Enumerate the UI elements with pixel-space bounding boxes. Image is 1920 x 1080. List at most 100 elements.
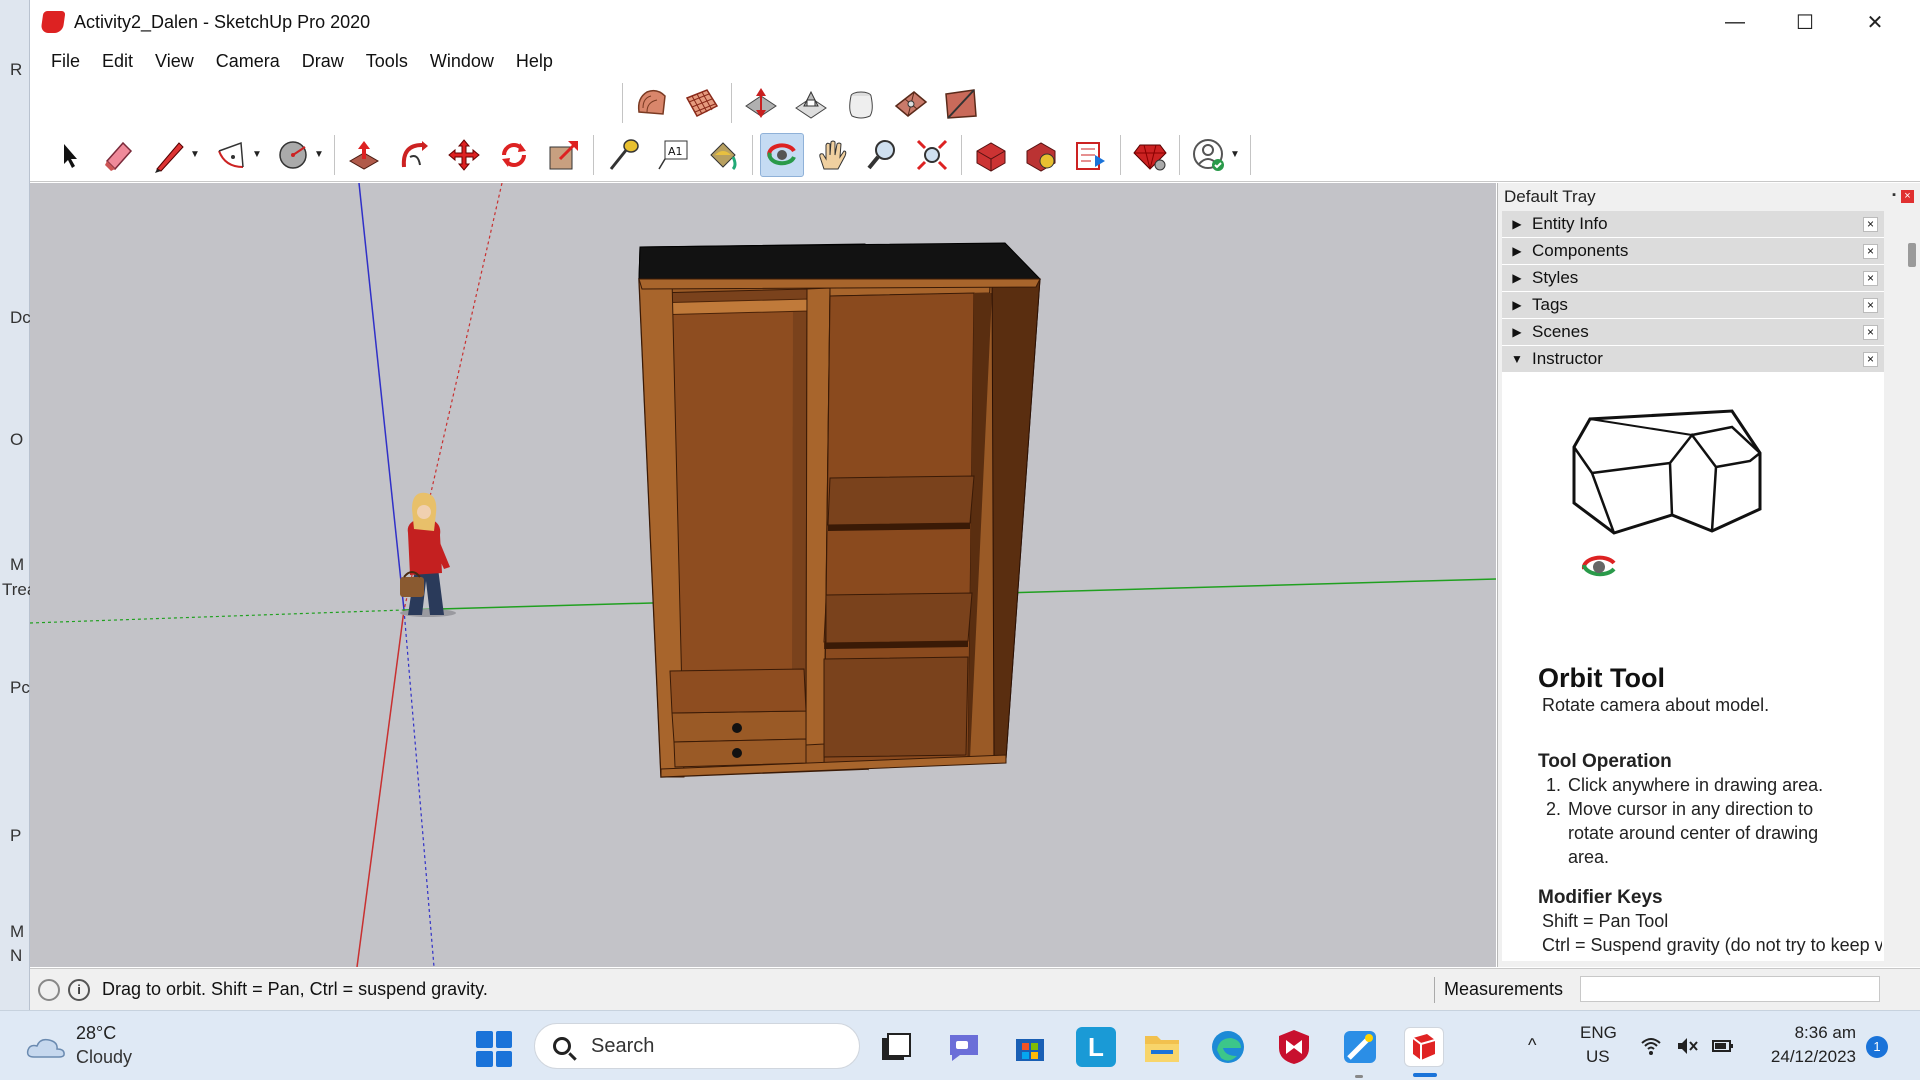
send-to-layout-icon[interactable] <box>1069 133 1113 177</box>
edge-icon[interactable] <box>1208 1027 1248 1067</box>
default-tray: Default Tray ▪ × ▶ Entity Info × ▶ Compo… <box>1497 183 1920 967</box>
notification-badge[interactable]: 1 <box>1866 1036 1888 1058</box>
zoom-tool-icon[interactable] <box>860 133 904 177</box>
windows-logo-tile <box>495 1031 512 1048</box>
panel-close-icon[interactable]: × <box>1863 325 1878 340</box>
follow-me-tool-icon[interactable] <box>392 133 436 177</box>
menu-camera[interactable]: Camera <box>205 51 291 72</box>
microsoft-store-icon[interactable] <box>1010 1027 1050 1067</box>
tray-scrollbar[interactable] <box>1908 243 1916 267</box>
menu-window[interactable]: Window <box>419 51 505 72</box>
eraser-tool-icon[interactable] <box>97 133 141 177</box>
tape-measure-tool-icon[interactable] <box>601 133 645 177</box>
file-explorer-icon[interactable] <box>1142 1027 1182 1067</box>
cloud-icon[interactable] <box>26 1035 66 1059</box>
step-number: 2. <box>1546 799 1562 819</box>
taskbar-search[interactable]: Search <box>534 1023 860 1069</box>
minimize-button[interactable]: — <box>1700 0 1770 44</box>
teams-chat-icon[interactable] <box>944 1027 984 1067</box>
extension-manager-icon[interactable] <box>1128 133 1172 177</box>
add-detail-icon[interactable] <box>889 81 933 125</box>
account-dropdown-icon[interactable]: ▼ <box>1230 149 1242 160</box>
panel-close-icon[interactable]: × <box>1863 244 1878 259</box>
red-axis <box>356 609 405 967</box>
sandbox-from-contours-icon[interactable] <box>630 81 674 125</box>
sketchup-taskbar-icon[interactable] <box>1404 1027 1444 1067</box>
flip-edge-icon[interactable] <box>939 81 983 125</box>
clock-time[interactable]: 8:36 am <box>1790 1023 1856 1043</box>
close-button[interactable]: ✕ <box>1840 0 1910 44</box>
show-hidden-icons-chevron-icon[interactable]: ^ <box>1528 1035 1536 1056</box>
mcafee-icon[interactable] <box>1274 1027 1314 1067</box>
info-icon[interactable]: i <box>68 978 90 1001</box>
orbit-tool-icon[interactable] <box>760 132 804 177</box>
pin-icon[interactable]: ▪ <box>1892 189 1896 201</box>
panel-close-icon[interactable]: × <box>1863 298 1878 313</box>
task-view-icon[interactable] <box>876 1027 916 1067</box>
scale-figure <box>400 492 456 617</box>
start-button[interactable] <box>476 1031 512 1067</box>
extension-warehouse-icon[interactable] <box>1019 133 1063 177</box>
menu-file[interactable]: File <box>40 51 91 72</box>
speaker-muted-icon[interactable] <box>1676 1035 1698 1057</box>
measurements-input[interactable] <box>1580 976 1880 1002</box>
panel-tags[interactable]: ▶ Tags × <box>1502 292 1884 319</box>
pan-tool-icon[interactable] <box>810 133 854 177</box>
menu-edit[interactable]: Edit <box>91 51 144 72</box>
panel-scenes[interactable]: ▶ Scenes × <box>1502 319 1884 346</box>
account-icon[interactable] <box>1187 133 1231 177</box>
sketchup-logo-icon <box>40 11 66 33</box>
battery-icon[interactable] <box>1712 1035 1734 1057</box>
panel-components[interactable]: ▶ Components × <box>1502 238 1884 265</box>
smoove-icon[interactable] <box>739 81 783 125</box>
circle-dropdown-icon[interactable]: ▼ <box>314 149 326 160</box>
weather-temp[interactable]: 28°C <box>76 1023 116 1044</box>
paint-bucket-tool-icon[interactable] <box>701 133 745 177</box>
toolbar-separator <box>1179 134 1180 175</box>
windows-logo-tile <box>495 1050 512 1067</box>
sandbox-from-scratch-icon[interactable] <box>680 81 724 125</box>
drape-icon[interactable] <box>839 81 883 125</box>
language-region[interactable]: US <box>1586 1047 1610 1067</box>
panel-instructor[interactable]: ▼ Instructor × <box>1502 346 1884 373</box>
menu-help[interactable]: Help <box>505 51 564 72</box>
maximize-button[interactable]: ☐ <box>1770 0 1840 44</box>
panel-close-icon[interactable]: × <box>1863 217 1878 232</box>
drawing-area[interactable] <box>30 183 1496 967</box>
menu-view[interactable]: View <box>144 51 205 72</box>
geo-location-icon[interactable] <box>38 978 60 1001</box>
expand-arrow-icon: ▶ <box>1512 244 1522 258</box>
paint-icon[interactable] <box>1340 1027 1380 1067</box>
stamp-icon[interactable] <box>789 81 833 125</box>
panel-close-icon[interactable]: × <box>1863 271 1878 286</box>
title-bar[interactable]: Activity2_Dalen - SketchUp Pro 2020 — ☐ … <box>30 0 1920 44</box>
tray-close-icon[interactable]: × <box>1901 190 1914 203</box>
instructor-description: Rotate camera about model. <box>1542 695 1770 715</box>
language-indicator[interactable]: ENG <box>1580 1023 1617 1043</box>
panel-entity-info[interactable]: ▶ Entity Info × <box>1502 211 1884 238</box>
zoom-extents-tool-icon[interactable] <box>910 133 954 177</box>
arc-dropdown-icon[interactable]: ▼ <box>252 149 264 160</box>
arc-tool-icon[interactable] <box>209 133 253 177</box>
weather-desc[interactable]: Cloudy <box>76 1047 132 1068</box>
menu-tools[interactable]: Tools <box>355 51 419 72</box>
clock-date[interactable]: 24/12/2023 <box>1762 1047 1856 1067</box>
3d-warehouse-icon[interactable] <box>969 133 1013 177</box>
line-tool-icon[interactable] <box>147 133 191 177</box>
l-app-icon[interactable]: L <box>1076 1027 1116 1067</box>
wifi-icon[interactable] <box>1640 1035 1662 1057</box>
rotate-tool-icon[interactable] <box>492 133 536 177</box>
bg-letter: R <box>10 60 23 79</box>
search-placeholder: Search <box>591 1034 655 1057</box>
menu-draw[interactable]: Draw <box>291 51 355 72</box>
scale-tool-icon[interactable] <box>542 133 586 177</box>
panel-styles[interactable]: ▶ Styles × <box>1502 265 1884 292</box>
step-number: 1. <box>1546 775 1562 795</box>
push-pull-tool-icon[interactable] <box>342 133 386 177</box>
move-tool-icon[interactable] <box>442 133 486 177</box>
line-dropdown-icon[interactable]: ▼ <box>190 149 202 160</box>
select-tool-icon[interactable] <box>47 133 91 177</box>
circle-tool-icon[interactable] <box>271 133 315 177</box>
text-tool-icon[interactable]: A1 <box>651 133 695 177</box>
panel-close-icon[interactable]: × <box>1863 352 1878 367</box>
